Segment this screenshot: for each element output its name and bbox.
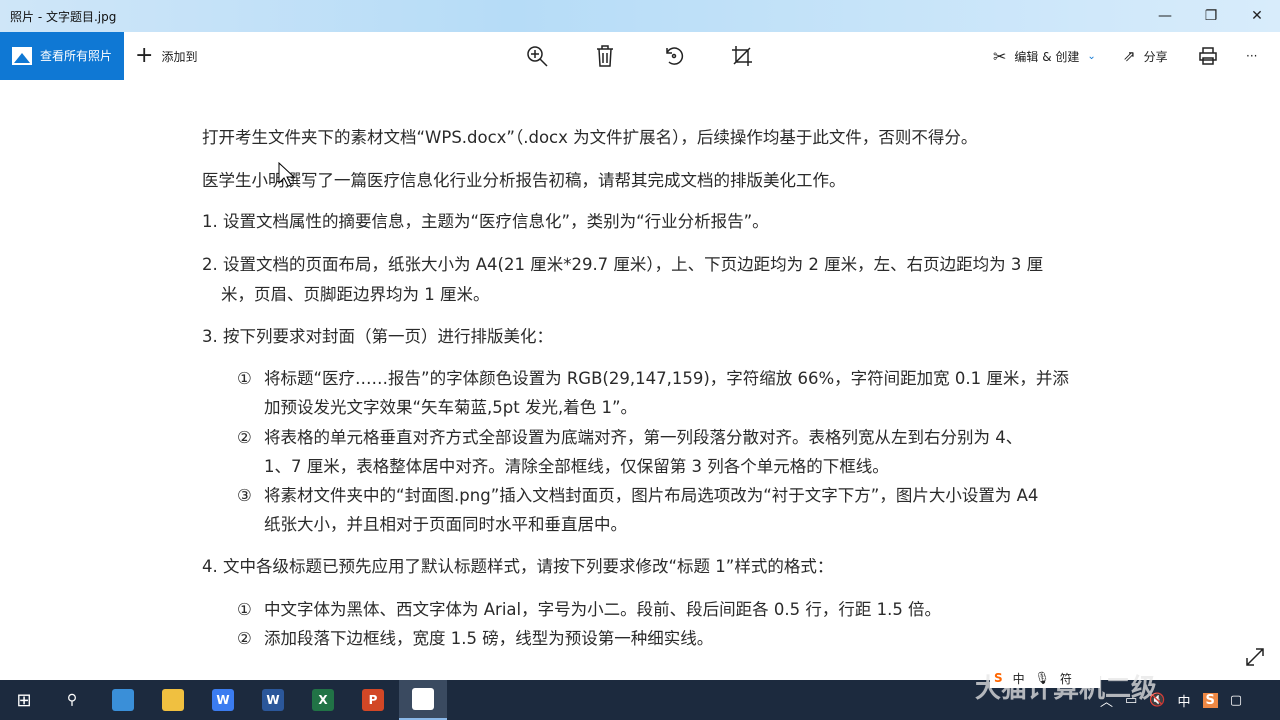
start-button[interactable]: ⊞ — [0, 680, 48, 720]
rotate-icon — [666, 47, 684, 65]
item-4-2-text: 添加段落下边框线，宽度 1.5 磅，线型为预设第一种细实线。 — [264, 629, 714, 648]
item-3-1-cont: 加预设发光文字效果“矢车菊蓝,5pt 发光,着色 1”。 — [264, 398, 638, 417]
taskbar-app-powerpoint[interactable]: P — [349, 680, 397, 720]
item-2: 2. 设置文档的页面布局，纸张大小为 A4(21 厘米*29.7 厘米），上、下… — [202, 255, 1044, 274]
mic-icon[interactable]: 🎙 — [1035, 671, 1050, 685]
photo-icon — [12, 47, 32, 65]
notification-icon[interactable]: ▢ — [1230, 693, 1242, 708]
chevron-up-icon[interactable]: ︿ — [1100, 691, 1113, 710]
ime-toolbar[interactable]: S 中 🎙 符 — [990, 668, 1100, 688]
edit-create-label: 编辑 & 创建 — [1014, 49, 1080, 64]
title-bar: 照片 - 文字题目.jpg — ❐ ✕ — [0, 0, 1280, 32]
item-3-1-text: 将标题“医疗……报告”的字体颜色设置为 RGB(29,147,159)，字符缩放… — [264, 369, 1069, 388]
add-to-button[interactable]: + 添加到 — [135, 32, 197, 80]
trash-icon — [597, 45, 613, 67]
view-all-label: 查看所有照片 — [40, 49, 113, 63]
zoom-in-button[interactable] — [526, 32, 548, 80]
item-3-2-text: 将表格的单元格垂直对齐方式全部设置为底端对齐，第一列段落分散对齐。表格列宽从左到… — [264, 428, 1023, 447]
windows-icon: ⊞ — [16, 689, 32, 711]
fullscreen-icon[interactable] — [1244, 646, 1266, 668]
search-button[interactable]: ⚲ — [48, 680, 96, 720]
taskbar-app-explorer[interactable] — [149, 680, 197, 720]
share-icon: ⇗ — [1123, 47, 1136, 65]
mouse-cursor-icon — [278, 162, 296, 187]
crop-icon — [732, 46, 752, 66]
delete-button[interactable] — [595, 32, 615, 80]
item-3: 3. 按下列要求对封面（第一页）进行排版美化： — [202, 327, 553, 346]
item-3-2: ② 将表格的单元格垂直对齐方式全部设置为底端对齐，第一列段落分散对齐。表格列宽从左… — [237, 424, 1022, 448]
volume-muted-icon[interactable]: 🔇 — [1149, 693, 1165, 708]
restore-button[interactable]: ❐ — [1188, 4, 1234, 28]
print-button[interactable] — [1199, 32, 1217, 80]
rotate-button[interactable] — [663, 32, 685, 80]
circled-2: ② — [237, 629, 252, 648]
ime-lang[interactable]: 中 — [1013, 670, 1025, 687]
sogou-tray-icon[interactable]: S — [1202, 692, 1218, 708]
intro-line-2: 医学生小明撰写了一篇医疗信息化行业分析报告初稿，请帮其完成文档的排版美化工作。 — [202, 171, 846, 190]
circled-2: ② — [237, 428, 252, 447]
search-icon: ⚲ — [66, 692, 78, 708]
crop-button[interactable] — [731, 32, 753, 80]
network-icon[interactable]: ▭ — [1125, 693, 1137, 708]
item-4-1: ① 中文字体为黑体、西文字体为 Arial，字号为小二。段前、段后间距各 0.5 … — [237, 596, 941, 620]
share-button[interactable]: ⇗ 分享 — [1123, 32, 1168, 80]
add-to-label: 添加到 — [161, 49, 198, 64]
zoom-in-icon — [527, 46, 548, 67]
computer-icon — [112, 689, 134, 711]
ime-punct[interactable]: 符 — [1060, 670, 1072, 687]
edit-icon: ✂ — [993, 46, 1007, 66]
circled-1: ① — [237, 600, 252, 619]
taskbar-app-photos[interactable] — [399, 680, 447, 720]
item-4: 4. 文中各级标题已预先应用了默认标题样式，请按下列要求修改“标题 1”样式的格… — [202, 557, 834, 576]
printer-icon — [1199, 47, 1217, 65]
taskbar-app-wps[interactable]: W — [199, 680, 247, 720]
item-3-3-text: 将素材文件夹中的“封面图.png”插入文档封面页，图片布局选项改为“衬于文字下方… — [264, 486, 1039, 505]
item-1: 1. 设置文档属性的摘要信息，主题为“医疗信息化”，类别为“行业分析报告”。 — [202, 212, 769, 231]
window-title: 照片 - 文字题目.jpg — [10, 10, 117, 24]
item-3-1: ① 将标题“医疗……报告”的字体颜色设置为 RGB(29,147,159)，字符缩… — [237, 365, 1069, 389]
more-icon: ··· — [1246, 49, 1258, 63]
item-3-3: ③ 将素材文件夹中的“封面图.png”插入文档封面页，图片布局选项改为“衬于文字下… — [237, 482, 1038, 506]
more-button[interactable]: ··· — [1246, 32, 1257, 80]
view-all-photos-button[interactable]: 查看所有照片 — [0, 32, 124, 80]
taskbar-app-word[interactable]: W — [249, 680, 297, 720]
close-button[interactable]: ✕ — [1234, 4, 1280, 28]
intro-line-1: 打开考生文件夹下的素材文档“WPS.docx”（.docx 为文件扩展名），后续… — [202, 128, 978, 147]
item-3-3-cont: 纸张大小，并且相对于页面同时水平和垂直居中。 — [264, 515, 627, 534]
photos-icon — [412, 688, 434, 710]
sogou-icon: S — [994, 671, 1003, 685]
item-2-cont: 米，页眉、页脚距边界均为 1 厘米。 — [221, 285, 490, 304]
edit-create-button[interactable]: ✂ 编辑 & 创建 ⌄ — [993, 32, 1096, 80]
tray-lang[interactable]: 中 — [1178, 691, 1191, 710]
taskbar-app-computer[interactable] — [99, 680, 147, 720]
plus-icon: + — [135, 43, 154, 68]
powerpoint-icon: P — [362, 689, 384, 711]
word-icon: W — [262, 689, 284, 711]
taskbar-app-excel[interactable]: X — [299, 680, 347, 720]
share-label: 分享 — [1143, 49, 1168, 64]
item-3-2-cont: 1、7 厘米，表格整体居中对齐。清除全部框线，仅保留第 3 列各个单元格的下框线… — [264, 457, 889, 476]
folder-icon — [162, 689, 184, 711]
circled-1: ① — [237, 369, 252, 388]
item-4-2: ② 添加段落下边框线，宽度 1.5 磅，线型为预设第一种细实线。 — [237, 625, 713, 649]
chevron-down-icon: ⌄ — [1087, 50, 1096, 62]
item-4-1-text: 中文字体为黑体、西文字体为 Arial，字号为小二。段前、段后间距各 0.5 行… — [264, 600, 942, 619]
excel-icon: X — [312, 689, 334, 711]
system-tray: ︿ ▭ 🔇 中 S ▢ — [1100, 680, 1242, 720]
toolbar: 查看所有照片 + 添加到 ✂ 编辑 & 创建 ⌄ ⇗ 分享 ··· — [0, 32, 1280, 80]
wps-icon: W — [212, 689, 234, 711]
circled-3: ③ — [237, 486, 252, 505]
minimize-button[interactable]: — — [1142, 4, 1188, 28]
